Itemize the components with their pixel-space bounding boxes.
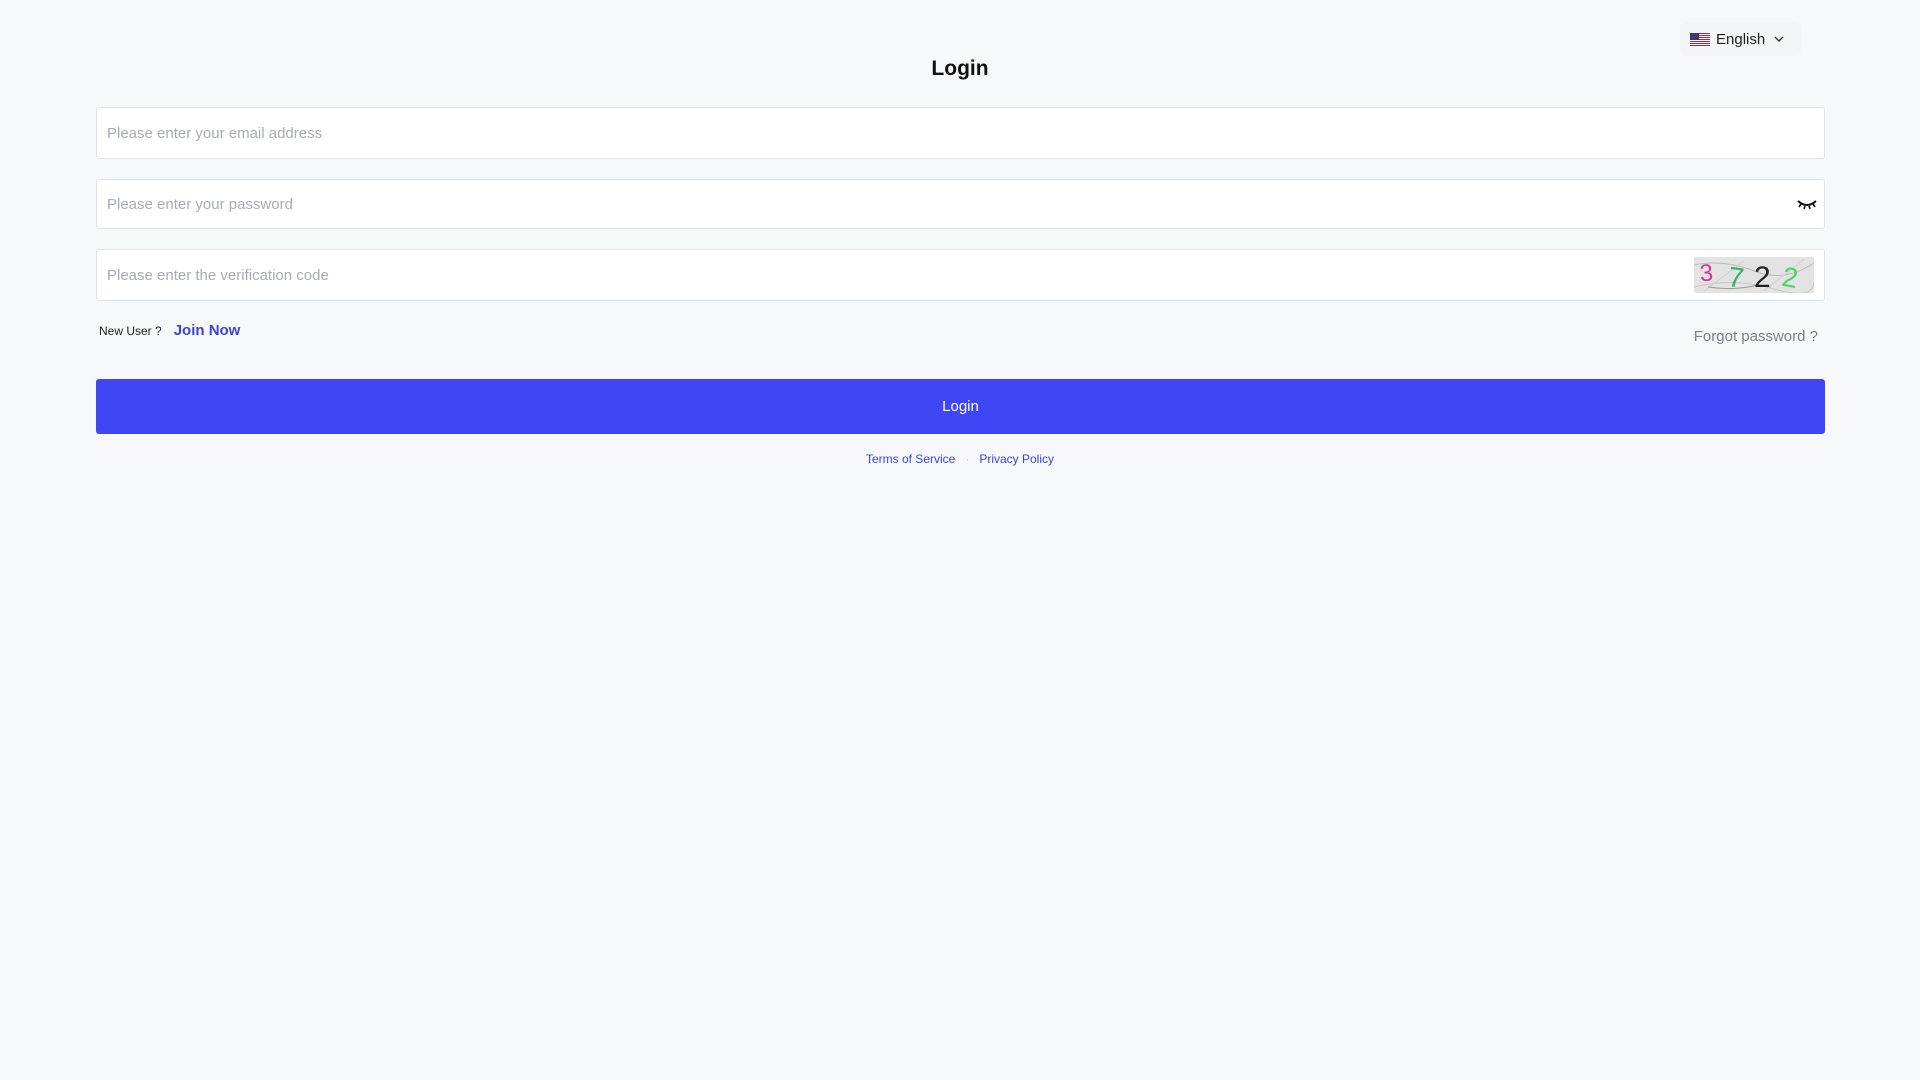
us-flag-icon xyxy=(1690,32,1710,46)
email-field[interactable] xyxy=(97,108,1824,158)
footer-links: Terms of Service · Privacy Policy xyxy=(0,452,1920,466)
login-button[interactable]: Login xyxy=(96,379,1825,434)
svg-text:3: 3 xyxy=(1699,260,1714,288)
privacy-policy-link[interactable]: Privacy Policy xyxy=(979,452,1054,466)
captcha-image[interactable]: 3 7 2 2 xyxy=(1694,257,1814,293)
password-field-container xyxy=(96,179,1825,229)
new-user-label: New User ? xyxy=(99,324,162,338)
password-field[interactable] xyxy=(97,180,1796,228)
chevron-down-icon xyxy=(1774,36,1784,42)
join-now-link[interactable]: Join Now xyxy=(174,322,241,339)
signup-prompt: New User ? Join Now xyxy=(99,322,240,339)
email-field-container xyxy=(96,107,1825,159)
login-page: English Login 3 7 2 2 New User ? Joi xyxy=(0,0,1920,1080)
forgot-password-link[interactable]: Forgot password ? xyxy=(1694,328,1818,345)
svg-text:2: 2 xyxy=(1754,261,1771,293)
verification-code-field[interactable] xyxy=(97,250,1694,300)
language-selector[interactable]: English xyxy=(1680,22,1802,56)
language-label: English xyxy=(1716,30,1766,48)
verification-field-container: 3 7 2 2 xyxy=(96,249,1825,301)
terms-of-service-link[interactable]: Terms of Service xyxy=(866,452,955,466)
eye-closed-icon[interactable] xyxy=(1796,196,1818,212)
page-title: Login xyxy=(931,57,989,80)
footer-separator: · xyxy=(965,452,970,466)
